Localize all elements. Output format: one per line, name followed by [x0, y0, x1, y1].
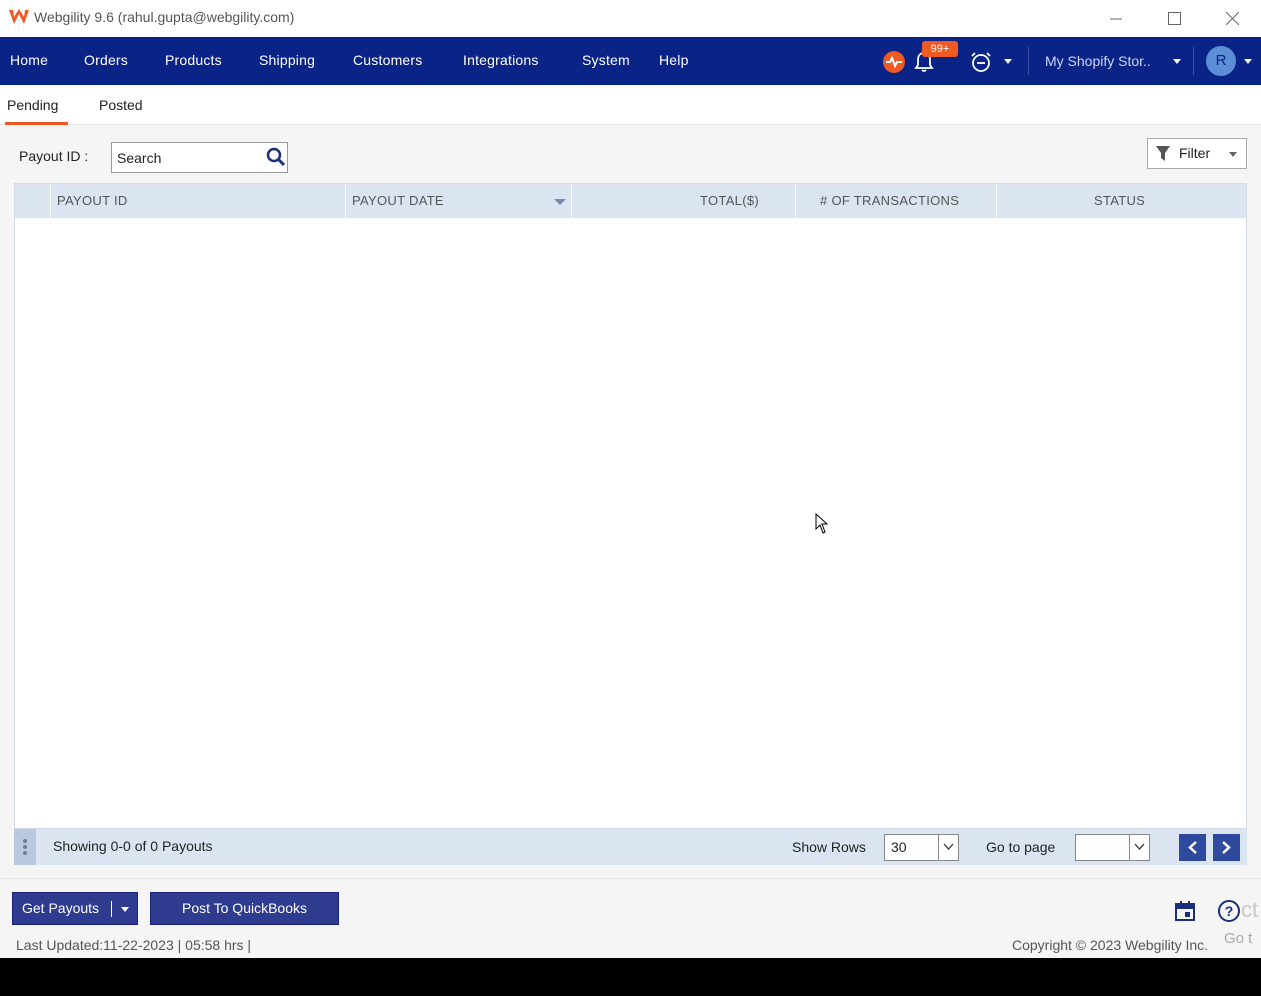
- nav-customers[interactable]: Customers: [353, 52, 422, 68]
- column-divider: [795, 184, 796, 218]
- nav-orders[interactable]: Orders: [84, 52, 128, 68]
- showing-count: Showing 0-0 of 0 Payouts: [53, 838, 213, 854]
- get-payouts-label: Get Payouts: [22, 900, 100, 916]
- nav-help[interactable]: Help: [659, 52, 689, 68]
- sort-descending-icon[interactable]: [554, 199, 566, 205]
- rows-per-page-value: 30: [891, 839, 907, 855]
- window-title: Webgility 9.6 (rahul.gupta@webgility.com…: [34, 9, 295, 25]
- notification-count-badge: 99+: [922, 41, 958, 57]
- post-to-quickbooks-label: Post To QuickBooks: [181, 900, 308, 916]
- activation-watermark-top: ct: [1241, 897, 1259, 922]
- split-button-divider: [111, 901, 112, 917]
- window-titlebar: Webgility 9.6 (rahul.gupta@webgility.com…: [0, 0, 1261, 37]
- next-page-button[interactable]: [1213, 834, 1240, 861]
- alarm-clock-icon[interactable]: [970, 51, 992, 73]
- maximize-button[interactable]: [1145, 0, 1203, 37]
- get-payouts-button[interactable]: Get Payouts: [12, 892, 138, 925]
- column-header-total[interactable]: TOTAL($): [700, 184, 759, 218]
- show-rows-label: Show Rows: [792, 839, 866, 855]
- user-dropdown-caret[interactable]: [1244, 59, 1252, 64]
- calendar-icon[interactable]: [1174, 900, 1196, 922]
- column-divider: [996, 184, 997, 218]
- copyright-text: Copyright © 2023 Webgility Inc.: [1012, 937, 1209, 953]
- nav-integrations[interactable]: Integrations: [463, 52, 539, 68]
- nav-shipping[interactable]: Shipping: [259, 52, 315, 68]
- close-icon: [1225, 12, 1239, 25]
- payout-search-input[interactable]: [117, 148, 262, 168]
- last-updated-text: Last Updated:11-22-2023 | 05:58 hrs |: [16, 937, 252, 953]
- column-header-transactions[interactable]: # OF TRANSACTIONS: [820, 184, 959, 218]
- payout-search-box: [111, 142, 288, 173]
- rows-dropdown-button[interactable]: [938, 835, 958, 860]
- minimize-icon: [1110, 18, 1122, 19]
- bottom-black-strip: [0, 958, 1261, 996]
- tab-pending[interactable]: Pending: [7, 97, 58, 113]
- activity-pulse-icon[interactable]: [883, 51, 905, 73]
- goto-page-select[interactable]: [1075, 834, 1150, 861]
- tab-bar: Pending Posted: [0, 85, 1261, 125]
- nav-products[interactable]: Products: [165, 52, 222, 68]
- column-header-status[interactable]: STATUS: [1094, 184, 1145, 218]
- column-divider: [50, 184, 51, 218]
- column-chooser-grip[interactable]: [14, 829, 36, 865]
- search-icon[interactable]: [266, 147, 286, 167]
- nav-divider: [1193, 47, 1194, 75]
- column-header-payout-id[interactable]: PAYOUT ID: [57, 184, 128, 218]
- main-content: Payout ID : Filter PAYOUT ID PAYOUT DATE…: [0, 125, 1261, 958]
- filter-label: Filter: [1179, 145, 1211, 161]
- store-selector[interactable]: My Shopify Stor..: [1045, 53, 1151, 69]
- column-header-payout-date[interactable]: PAYOUT DATE: [352, 184, 444, 218]
- svg-text:?: ?: [1225, 903, 1234, 919]
- activation-watermark-bottom: Go t: [1224, 930, 1253, 947]
- filter-button[interactable]: Filter: [1147, 138, 1247, 169]
- rows-per-page-select[interactable]: 30: [884, 834, 959, 861]
- filter-funnel-icon: [1156, 146, 1170, 161]
- column-divider: [345, 184, 346, 218]
- chevron-down-icon: [943, 843, 954, 850]
- mouse-cursor-icon: [815, 513, 829, 534]
- nav-home[interactable]: Home: [10, 52, 48, 68]
- tab-posted[interactable]: Posted: [99, 97, 143, 113]
- chevron-down-icon: [1134, 843, 1145, 850]
- user-avatar[interactable]: R: [1206, 46, 1236, 76]
- nav-system[interactable]: System: [582, 52, 630, 68]
- post-to-quickbooks-button[interactable]: Post To QuickBooks: [150, 892, 339, 925]
- grid-pager: Showing 0-0 of 0 Payouts Show Rows 30 Go…: [14, 829, 1247, 865]
- goto-dropdown-button[interactable]: [1129, 835, 1149, 860]
- grid-header: PAYOUT ID PAYOUT DATE TOTAL($) # OF TRAN…: [15, 184, 1246, 218]
- footer-divider: [0, 878, 1261, 879]
- chevron-right-icon: [1222, 841, 1231, 854]
- store-dropdown-caret[interactable]: [1173, 59, 1181, 64]
- close-button[interactable]: [1203, 0, 1261, 37]
- payout-id-label: Payout ID :: [19, 148, 89, 164]
- minimize-button[interactable]: [1087, 0, 1145, 37]
- previous-page-button[interactable]: [1179, 834, 1206, 861]
- goto-page-label: Go to page: [986, 839, 1056, 855]
- help-question-icon[interactable]: ?: [1217, 899, 1241, 923]
- payouts-grid: PAYOUT ID PAYOUT DATE TOTAL($) # OF TRAN…: [14, 183, 1247, 829]
- webgility-logo-icon: [9, 9, 29, 24]
- nav-divider: [1028, 47, 1029, 75]
- alarm-dropdown-caret[interactable]: [1004, 59, 1012, 64]
- column-divider: [571, 184, 572, 218]
- maximize-icon: [1167, 12, 1181, 25]
- get-payouts-dropdown-caret[interactable]: [121, 907, 129, 912]
- filter-dropdown-caret: [1229, 152, 1237, 157]
- chevron-left-icon: [1188, 841, 1197, 854]
